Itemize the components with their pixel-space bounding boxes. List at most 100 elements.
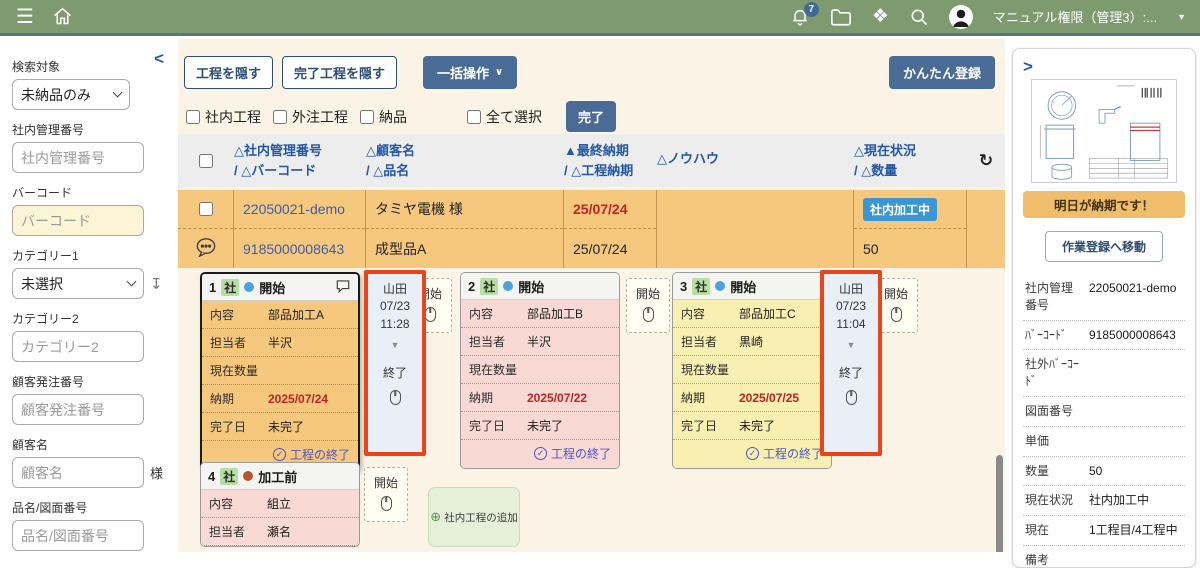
order-quantity: 50	[854, 229, 966, 268]
process-number: 2	[468, 279, 475, 294]
check-circle-icon: ✓	[534, 447, 547, 460]
easy-register-button[interactable]: かんたん登録	[889, 56, 995, 89]
timer-panel-2[interactable]: 山田 07/23 11:04 ▼ 終了	[820, 270, 882, 456]
internal-id-input[interactable]	[12, 142, 144, 173]
filter-delivery[interactable]: 納品	[360, 107, 407, 127]
column-download-icon[interactable]: ↧	[150, 275, 163, 293]
start-time: 11:28	[368, 316, 422, 333]
filter-select-all[interactable]: 全て選択	[467, 107, 542, 127]
col-customer[interactable]: △顧客名 / △品名	[366, 141, 564, 180]
process-card-2[interactable]: 2 社 開始 内容部品加工B 担当者半沢 現在数量 納期2025/07/22 完…	[460, 272, 620, 469]
col-internal-id[interactable]: △社内管理番号 / △バーコード	[234, 141, 366, 180]
customer-order-no-label: 顧客発注番号	[12, 373, 168, 390]
sidebar-collapse-icon[interactable]: <	[154, 49, 164, 69]
bulk-action-button[interactable]: 一括操作 ∨	[423, 56, 517, 89]
go-to-work-register-button[interactable]: 作業登録へ移動	[1045, 231, 1163, 262]
process-number: 1	[209, 280, 216, 295]
refresh-icon[interactable]: ↻	[979, 148, 993, 174]
internal-process-badge: 社	[480, 278, 498, 295]
hide-completed-button[interactable]: 完了工程を隠す	[282, 56, 397, 89]
comment-bubble-icon[interactable]	[195, 237, 217, 260]
account-caret-down-icon[interactable]: ▼	[1177, 12, 1186, 22]
filter-select-all-checkbox[interactable]	[467, 110, 481, 124]
check-circle-icon: ✓	[746, 447, 759, 460]
start-process-button-2[interactable]: 開始	[626, 278, 670, 333]
customer-name-input[interactable]	[12, 457, 144, 488]
end-process-link[interactable]: ✓ 工程の終了	[673, 440, 831, 468]
header-select-checkbox[interactable]	[199, 154, 213, 168]
category1-select[interactable]: 未選択	[12, 268, 144, 299]
status-badge[interactable]: 社内加工中	[863, 198, 937, 221]
complete-button[interactable]: 完了	[566, 101, 616, 132]
start-process-button-4[interactable]: 開始	[364, 467, 408, 522]
hide-process-button[interactable]: 工程を隠す	[184, 56, 273, 89]
sort-knowhow[interactable]: △ノウハウ	[657, 149, 719, 169]
sort-internal-id[interactable]: △社内管理番号	[234, 141, 366, 161]
technical-drawing-thumbnail[interactable]	[1031, 79, 1177, 183]
comment-bubble-icon[interactable]	[335, 279, 351, 296]
sort-customer[interactable]: △顧客名	[366, 141, 564, 161]
end-process-link[interactable]: ✓ 工程の終了	[461, 440, 619, 468]
sort-quantity[interactable]: / △数量	[854, 161, 967, 181]
process-card-4[interactable]: 4 社 加工前 内容組立 担当者瀬名	[200, 462, 360, 547]
dropbox-icon[interactable]: ❖	[872, 7, 889, 26]
category2-input[interactable]	[12, 331, 144, 362]
search-target-select[interactable]: 未納品のみ	[12, 79, 130, 110]
field-label: 完了日	[681, 417, 739, 434]
order-product: 成型品A	[366, 229, 563, 268]
order-id-link[interactable]: 22050021-demo	[234, 190, 365, 229]
sort-status[interactable]: △現在状況	[854, 141, 967, 161]
process-card-1[interactable]: 1 社 開始 内容部品加工A 担当者半沢 現在数量 納期2025/07/24 完…	[200, 272, 360, 471]
detail-value: 50	[1089, 463, 1102, 480]
search-icon[interactable]	[909, 7, 929, 27]
timer-panel-1[interactable]: 山田 07/23 11:28 ▼ 終了	[364, 270, 426, 456]
end-label[interactable]: 終了	[368, 364, 422, 381]
hamburger-menu-icon[interactable]: ☰	[16, 7, 34, 27]
plus-circle-icon: ⊕	[430, 509, 441, 525]
filter-delivery-checkbox[interactable]	[360, 110, 374, 124]
field-label: 内容	[469, 305, 527, 322]
vertical-scrollbar[interactable]	[996, 455, 1003, 552]
order-barcode-link[interactable]: 9185000008643	[234, 229, 365, 268]
order-knowhow	[657, 190, 853, 229]
filter-internal-process-checkbox[interactable]	[186, 110, 200, 124]
end-process-label: 工程の終了	[763, 445, 823, 462]
search-filter-sidebar: < 検索対象 未納品のみ 社内管理番号 バーコード カテゴリー1 未選択 ↧ カ…	[0, 39, 178, 552]
filter-outsourced-process[interactable]: 外注工程	[273, 107, 348, 127]
add-internal-process-button[interactable]: ⊕ 社内工程の追加	[428, 487, 520, 547]
barcode-input[interactable]	[12, 205, 144, 236]
add-internal-process-label: 社内工程の追加	[444, 510, 518, 525]
internal-process-badge: 社	[221, 279, 239, 296]
mouse-click-icon	[846, 390, 857, 405]
row-select-checkbox[interactable]	[199, 202, 213, 216]
detail-value: 1工程目/4工程中	[1089, 522, 1178, 539]
bulk-action-label: 一括操作	[437, 63, 489, 82]
home-icon[interactable]	[52, 6, 73, 27]
col-due-date[interactable]: ▲最終納期 / △工程納期	[564, 141, 657, 180]
field-value: 部品加工A	[268, 306, 324, 323]
notifications-bell-icon[interactable]: 7	[790, 6, 810, 27]
field-value-due: 2025/07/24	[268, 392, 328, 406]
sort-barcode[interactable]: / △バーコード	[234, 161, 366, 181]
filter-internal-process[interactable]: 社内工程	[186, 107, 261, 127]
avatar[interactable]	[949, 5, 973, 29]
col-knowhow[interactable]: △ノウハウ	[657, 149, 854, 173]
status-dot-started	[715, 281, 725, 291]
sort-process-due[interactable]: / △工程納期	[564, 161, 657, 181]
field-label: 納期	[469, 389, 527, 406]
order-row[interactable]: 22050021-demo 9185000008643 タミヤ電機 様 成型品A…	[178, 190, 1005, 268]
panel-expand-icon[interactable]: >	[1023, 57, 1033, 76]
folder-icon[interactable]	[830, 7, 852, 26]
col-status[interactable]: △現在状況 / △数量	[854, 141, 967, 180]
detail-row-internal-id: 社内管理番号 22050021-demo	[1023, 274, 1185, 321]
detail-row-current-status: 現在状況 社内加工中	[1023, 486, 1185, 516]
end-label[interactable]: 終了	[824, 364, 878, 381]
product-drawing-input[interactable]	[12, 520, 144, 551]
customer-order-no-input[interactable]	[12, 394, 144, 425]
sort-final-due[interactable]: ▲最終納期	[564, 141, 657, 161]
process-status-label: 加工前	[258, 467, 297, 486]
sort-product[interactable]: / △品名	[366, 161, 564, 181]
filter-outsourced-process-checkbox[interactable]	[273, 110, 287, 124]
detail-label: 数量	[1025, 463, 1083, 480]
process-card-3[interactable]: 3 社 開始 内容部品加工C 担当者黒崎 現在数量 納期2025/07/25 完…	[672, 272, 832, 469]
